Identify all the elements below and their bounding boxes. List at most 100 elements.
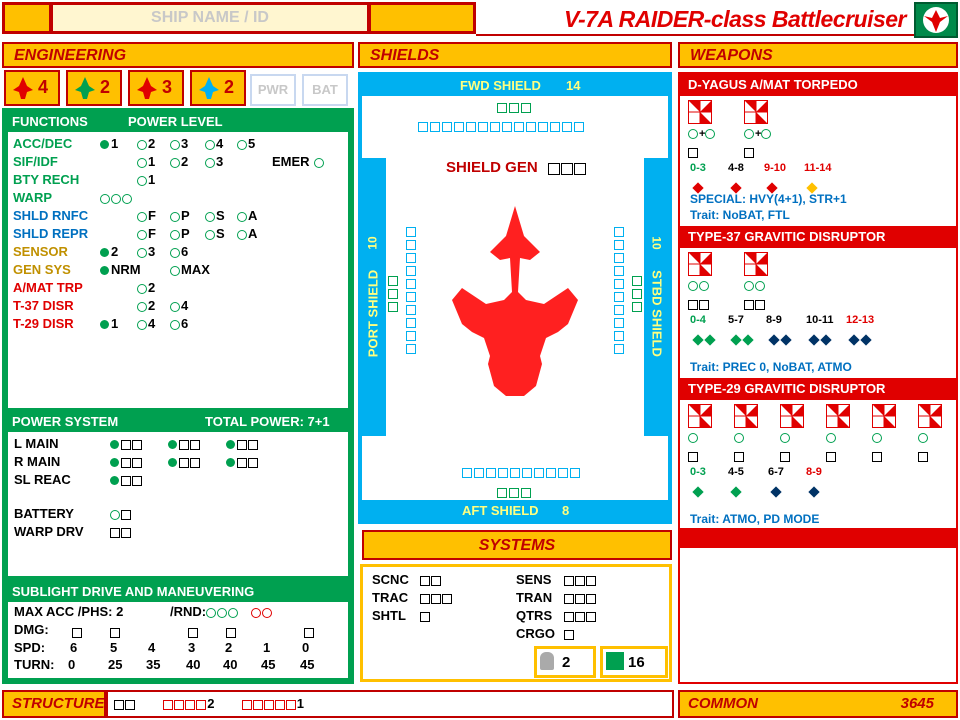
fwd-shield-green-boxes[interactable] (497, 99, 533, 114)
badge-value: 2 (100, 77, 111, 97)
port-shield-green-boxes[interactable] (388, 276, 402, 315)
power-level-option[interactable]: 4 (170, 298, 188, 313)
power-level-value: 6 (181, 244, 189, 259)
power-level-option[interactable]: 2 (137, 280, 155, 295)
structure-boxes[interactable]: 2 1 (114, 696, 304, 711)
power-cell[interactable] (226, 436, 259, 451)
weapon-header: D-YAGUS A/MAT TORPEDO (680, 74, 956, 96)
weapon-power-options[interactable] (688, 280, 710, 292)
weapon-damage-boxes[interactable] (918, 448, 929, 463)
weapon-damage-boxes[interactable] (744, 296, 766, 311)
power-cell[interactable] (110, 524, 132, 539)
power-level-option[interactable]: S (205, 208, 225, 223)
stbd-shield-boxes[interactable] (614, 227, 628, 357)
weapon-damage-boxes[interactable] (744, 144, 755, 159)
weapon-damage-boxes[interactable] (826, 448, 837, 463)
weapon-damage-boxes[interactable] (872, 448, 883, 463)
power-level-option[interactable]: 5 (237, 136, 255, 151)
power-level-option[interactable]: 3 (137, 244, 155, 259)
turn-value: 45 (261, 657, 276, 672)
weapon-damage-boxes[interactable] (688, 296, 710, 311)
power-level-option[interactable]: F (137, 208, 156, 223)
power-level-option[interactable]: 1 (137, 154, 155, 169)
power-level-option[interactable]: P (170, 208, 190, 223)
badge-wrench[interactable]: 2 (190, 70, 246, 106)
power-cell[interactable] (168, 454, 201, 469)
weapon-damage-boxes[interactable] (780, 448, 791, 463)
power-cell[interactable] (226, 454, 259, 469)
badge-turn-arrow[interactable]: 3 (128, 70, 184, 106)
power-level-option[interactable]: A (237, 208, 257, 223)
system-boxes[interactable] (564, 572, 597, 587)
emer-option[interactable]: EMER (272, 154, 325, 169)
power-level-option[interactable]: NRM (100, 262, 141, 277)
power-cell[interactable] (110, 506, 132, 521)
power-level-option[interactable]: 1 (137, 172, 155, 187)
weapon-damage-boxes[interactable] (688, 448, 699, 463)
system-boxes[interactable] (420, 590, 453, 605)
weapon-power-options[interactable] (744, 280, 766, 292)
power-level-option[interactable]: 3 (170, 136, 188, 151)
dmg-box[interactable] (110, 624, 121, 639)
system-boxes[interactable] (564, 590, 597, 605)
weapon-power-options[interactable] (918, 432, 929, 444)
weapon-damage-boxes[interactable] (734, 448, 745, 463)
range-label: 0-3 (690, 466, 706, 478)
power-level-option[interactable]: 2 (137, 136, 155, 151)
dmg-box[interactable] (188, 624, 199, 639)
power-level-option[interactable]: 2 (100, 244, 118, 259)
badge-ship[interactable]: 4 (4, 70, 60, 106)
dmg-box[interactable] (304, 624, 315, 639)
bat-indicator[interactable]: BAT (302, 74, 348, 106)
dmg-box[interactable] (72, 624, 83, 639)
weapon-power-options[interactable] (780, 432, 791, 444)
power-level-option[interactable]: 2 (170, 154, 188, 169)
system-boxes[interactable] (564, 608, 597, 623)
range-label: 8-9 (806, 466, 822, 478)
system-boxes[interactable] (564, 626, 575, 641)
range-diamond-icon (848, 332, 872, 347)
weapon-power-options[interactable] (872, 432, 883, 444)
power-cell[interactable] (168, 436, 201, 451)
pwr-indicator[interactable]: PWR (250, 74, 296, 106)
weapon-damage-boxes[interactable] (688, 144, 699, 159)
weapon-power-options[interactable]: + (688, 128, 716, 140)
power-level-option[interactable]: F (137, 226, 156, 241)
power-level-option[interactable]: 4 (137, 316, 155, 331)
rnd-options[interactable]: /RND: (170, 604, 273, 619)
power-level-option[interactable]: 2 (137, 298, 155, 313)
system-boxes[interactable] (420, 608, 431, 623)
power-level-option[interactable]: 4 (205, 136, 223, 151)
power-level-option[interactable]: 1 (100, 136, 118, 151)
port-shield-boxes[interactable] (406, 227, 420, 357)
firing-arc-icon (780, 404, 804, 428)
weapon-power-options[interactable] (734, 432, 745, 444)
ship-name-field[interactable]: SHIP NAME / ID (50, 2, 370, 34)
weapon-power-options[interactable]: + (744, 128, 772, 140)
badge-arrow-up[interactable]: 2 (66, 70, 122, 106)
shield-gen-boxes[interactable] (548, 160, 587, 175)
power-cell[interactable] (110, 472, 143, 487)
header-underline (476, 34, 914, 36)
power-level-option[interactable]: 1 (100, 316, 118, 331)
aft-shield-boxes[interactable] (462, 464, 582, 479)
spd-value: 2 (225, 640, 233, 655)
weapon-power-options[interactable] (688, 432, 699, 444)
stbd-shield-green-boxes[interactable] (632, 276, 646, 315)
aft-shield-green-boxes[interactable] (497, 484, 533, 499)
power-level-option[interactable]: 6 (170, 316, 188, 331)
system-boxes[interactable] (420, 572, 442, 587)
fwd-shield-boxes[interactable] (418, 118, 586, 133)
power-level-option[interactable]: P (170, 226, 190, 241)
weapon-power-options[interactable] (826, 432, 837, 444)
power-level-option[interactable]: MAX (170, 262, 210, 277)
power-cell[interactable] (110, 454, 143, 469)
power-level-option[interactable]: 6 (170, 244, 188, 259)
power-level-option[interactable]: S (205, 226, 225, 241)
warp-options[interactable] (100, 190, 133, 205)
dmg-box[interactable] (226, 624, 237, 639)
power-level-option[interactable]: A (237, 226, 257, 241)
power-level-option[interactable]: 3 (205, 154, 223, 169)
power-cell[interactable] (110, 436, 143, 451)
power-level-value: 3 (181, 136, 189, 151)
